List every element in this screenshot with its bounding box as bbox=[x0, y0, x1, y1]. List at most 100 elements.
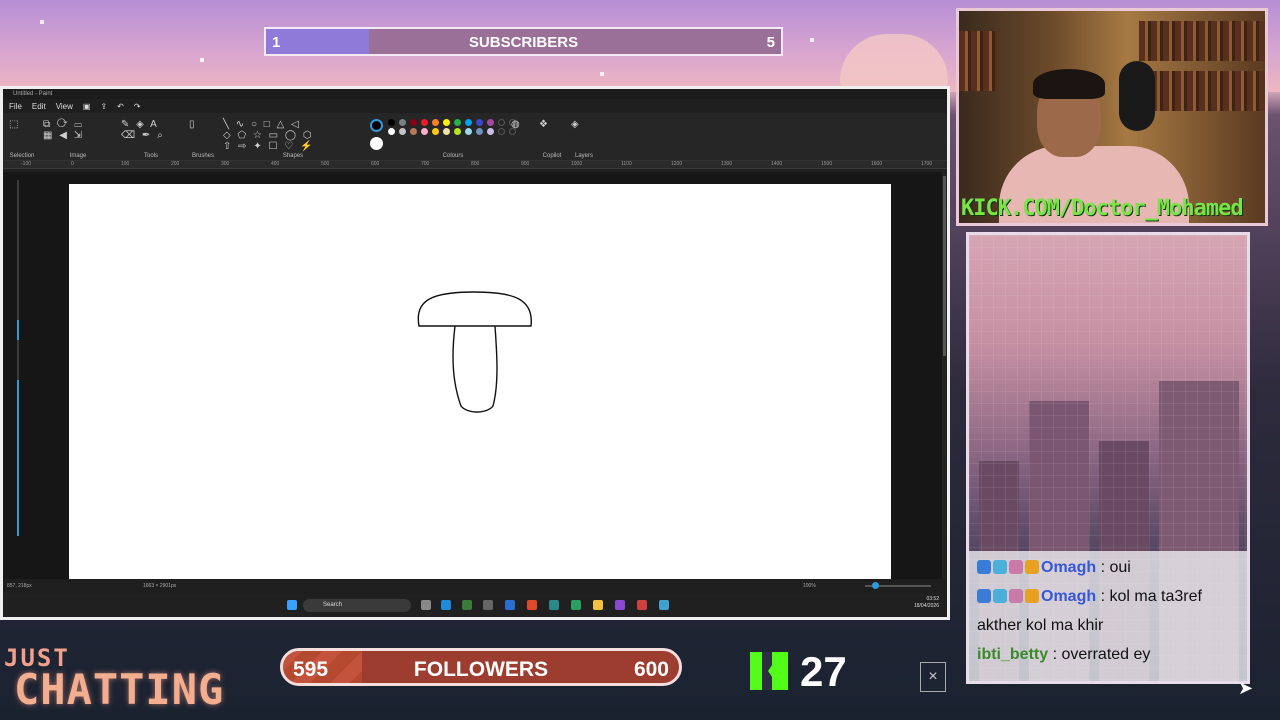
chrome-icon[interactable] bbox=[637, 600, 647, 610]
chat-text: : overrated ey bbox=[1048, 646, 1151, 663]
chat-badge-icon bbox=[977, 589, 991, 603]
edge-icon[interactable] bbox=[441, 600, 451, 610]
menu-view[interactable]: View bbox=[56, 102, 73, 111]
tools-group[interactable]: ✎ ◈ A ⌫ ✒ ⌕ Tools bbox=[121, 113, 181, 161]
chat-message: Omagh : oui bbox=[977, 553, 1245, 582]
image-tools-icon[interactable]: ⧉ ⟳ ▭ ▦ ◀ ⇲ bbox=[43, 113, 113, 141]
selection-icon[interactable]: ⬚ bbox=[9, 113, 35, 130]
ruler-tick-label: 800 bbox=[471, 161, 480, 167]
follower-goal-end: 600 bbox=[633, 658, 669, 681]
group-label-shapes: Shapes bbox=[282, 153, 304, 159]
shapes-gallery-icon[interactable]: ╲ ∿ ○ □ △ ◁ ◇ ⬠ ☆ ▭ ◯ ⬡ ⇧ ⇨ ✦ ☐ ♡ ⚡ bbox=[223, 113, 363, 152]
cursor-arrow-icon: ➤ bbox=[1238, 678, 1254, 698]
star-decoration bbox=[200, 58, 204, 62]
group-label-copilot: Copilot bbox=[542, 153, 562, 159]
selection-group[interactable]: ⬚ Selection bbox=[9, 113, 35, 161]
start-icon[interactable] bbox=[287, 600, 297, 610]
app-icon[interactable] bbox=[571, 600, 581, 610]
ruler-tick-label: 700 bbox=[421, 161, 430, 167]
cursor-position: 857, 218px bbox=[7, 583, 32, 589]
chat-panel: Omagh : oui Omagh : kol ma ta3ref akther … bbox=[966, 232, 1250, 684]
taskbar-clock[interactable]: 03:52 18/04/2026 bbox=[914, 596, 939, 610]
menu-file[interactable]: File bbox=[9, 102, 22, 111]
slider-fill-lower bbox=[17, 380, 19, 536]
zoom-level[interactable]: 100% bbox=[803, 583, 816, 589]
copilot-icon[interactable]: ❖ bbox=[539, 113, 565, 130]
vertical-scrollbar[interactable] bbox=[942, 172, 947, 579]
shapes-group[interactable]: ╲ ∿ ○ □ △ ◁ ◇ ⬠ ☆ ▭ ◯ ⬡ ⇧ ⇨ ✦ ☐ ♡ ⚡ Shapes bbox=[223, 113, 363, 161]
app-icon[interactable] bbox=[462, 600, 472, 610]
brushes-group[interactable]: ▯ Brushes bbox=[189, 113, 217, 161]
app-icon[interactable] bbox=[615, 600, 625, 610]
group-label-tools: Tools bbox=[143, 153, 158, 159]
redo-icon[interactable]: ↷ bbox=[134, 102, 141, 111]
task-view-icon[interactable] bbox=[421, 600, 431, 610]
brave-icon[interactable] bbox=[527, 600, 537, 610]
copilot-group[interactable]: ❖ Copilot bbox=[539, 113, 565, 161]
layers-group[interactable]: ◈ Layers bbox=[571, 113, 597, 161]
ruler-tick-label: 1700 bbox=[921, 161, 933, 167]
ruler-tick-label: 1000 bbox=[571, 161, 583, 167]
chat-username[interactable]: ibti_betty bbox=[977, 646, 1048, 663]
chat-text: : oui bbox=[1096, 559, 1131, 576]
menu-edit[interactable]: Edit bbox=[32, 102, 46, 111]
paint-icon[interactable] bbox=[659, 600, 669, 610]
pencil-fill-text-icon[interactable]: ✎ ◈ A ⌫ ✒ ⌕ bbox=[121, 113, 181, 141]
kick-logo-icon bbox=[750, 652, 788, 690]
chat-messages: Omagh : oui Omagh : kol ma ta3ref akther … bbox=[969, 551, 1247, 681]
chat-username[interactable]: Omagh bbox=[1041, 588, 1096, 605]
ruler-tick-label: 0 bbox=[71, 161, 74, 167]
ruler-tick-label: 1300 bbox=[721, 161, 733, 167]
follower-goal-label: FOLLOWERS bbox=[413, 658, 549, 681]
window-title: Untitled - Paint bbox=[3, 89, 947, 99]
star-decoration bbox=[600, 72, 604, 76]
ruler-tick-label: 1100 bbox=[621, 161, 632, 167]
save-icon[interactable]: ▣ bbox=[83, 102, 91, 111]
color-wheel-icon[interactable]: ◍ bbox=[511, 113, 531, 130]
canvas-workspace bbox=[3, 172, 947, 581]
ruler-tick-label: 200 bbox=[171, 161, 180, 167]
close-icon[interactable]: × bbox=[920, 662, 946, 692]
undo-icon[interactable]: ↶ bbox=[117, 102, 124, 111]
ruler-tick-label: 1400 bbox=[771, 161, 783, 167]
chat-badge-icon bbox=[1025, 589, 1039, 603]
slider-fill-upper bbox=[17, 320, 19, 340]
chat-badge-icon bbox=[993, 589, 1007, 603]
brush-icon[interactable]: ▯ bbox=[189, 113, 217, 130]
zoom-slider-knob[interactable] bbox=[872, 582, 879, 589]
chat-badge-icon bbox=[1025, 560, 1039, 574]
secondary-color[interactable] bbox=[370, 137, 383, 150]
edit-colors-button[interactable]: ◍ bbox=[511, 113, 531, 161]
ruler-tick-label: 1500 bbox=[821, 161, 833, 167]
streamer-hair bbox=[1033, 69, 1105, 99]
chat-message: Omagh : kol ma ta3ref akther kol ma khir bbox=[977, 582, 1245, 640]
ruler-tick-label: -100 bbox=[21, 161, 32, 167]
layers-icon[interactable]: ◈ bbox=[571, 113, 597, 130]
paint-window: Untitled - Paint File Edit View ▣ ⇪ ↶ ↷ … bbox=[0, 86, 950, 620]
primary-color[interactable] bbox=[370, 119, 383, 132]
image-group[interactable]: ⧉ ⟳ ▭ ▦ ◀ ⇲ Image bbox=[43, 113, 113, 161]
app-icon[interactable] bbox=[549, 600, 559, 610]
ruler-tick-label: 100 bbox=[121, 161, 130, 167]
follower-goal-bar: 595 FOLLOWERS 600 bbox=[280, 648, 682, 686]
drawing-canvas[interactable] bbox=[69, 184, 891, 581]
terminal-icon[interactable] bbox=[483, 600, 493, 610]
folder-icon[interactable] bbox=[593, 600, 603, 610]
subscriber-goal-label: SUBSCRIBERS bbox=[468, 34, 579, 51]
group-label-colours: Colours bbox=[442, 153, 464, 159]
brush-size-slider[interactable] bbox=[15, 180, 21, 536]
mushroom-drawing bbox=[417, 291, 532, 413]
ruler-tick-label: 300 bbox=[221, 161, 230, 167]
headset bbox=[1119, 61, 1155, 131]
viewer-count: 27 bbox=[800, 648, 847, 695]
scrollbar-thumb[interactable] bbox=[943, 176, 946, 356]
chat-badge-icon bbox=[1009, 589, 1023, 603]
share-icon[interactable]: ⇪ bbox=[100, 102, 107, 111]
subscriber-goal-end: 5 bbox=[766, 34, 775, 51]
group-label-brushes: Brushes bbox=[191, 153, 214, 159]
clock-time: 03:52 bbox=[926, 596, 939, 602]
star-decoration bbox=[810, 38, 814, 42]
store-icon[interactable] bbox=[505, 600, 515, 610]
taskbar-search[interactable]: Search bbox=[303, 599, 411, 612]
chat-username[interactable]: Omagh bbox=[1041, 559, 1096, 576]
